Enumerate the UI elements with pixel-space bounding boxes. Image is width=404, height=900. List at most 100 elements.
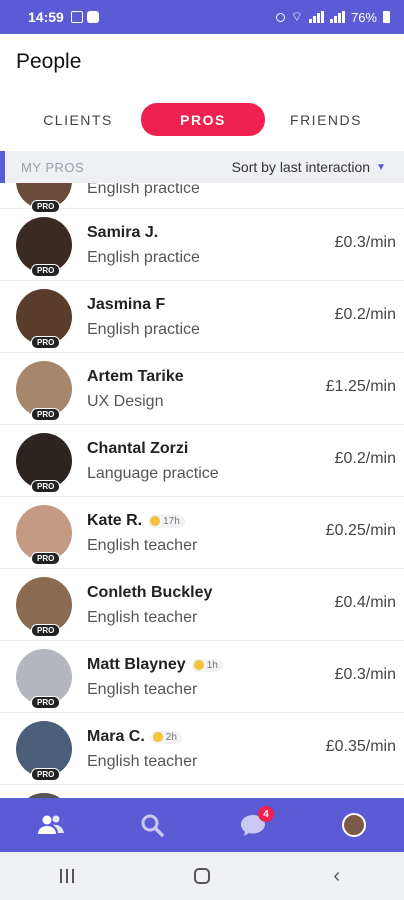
section-title: MY PROS	[21, 159, 85, 175]
pro-subtitle: English practice	[87, 321, 200, 338]
pro-badge: PRO	[31, 264, 61, 277]
pro-price: £0.2/min	[334, 450, 396, 467]
alarm-icon	[275, 12, 285, 22]
pro-badge: PRO	[31, 336, 61, 349]
system-nav-bar: ‹	[0, 852, 404, 900]
list-item-partial[interactable]: PRO English practice	[0, 183, 404, 213]
avatar: PRO	[16, 649, 72, 709]
nav-messages[interactable]: 4	[202, 798, 303, 852]
avatar: PRO	[16, 577, 72, 637]
recents-button[interactable]	[0, 852, 135, 900]
pro-badge: PRO	[31, 624, 61, 637]
signal-icon	[308, 11, 324, 23]
list-item-partial-bottom[interactable]	[0, 785, 404, 798]
chevron-down-icon: ▼	[376, 161, 386, 173]
app-notification-icon	[86, 11, 99, 23]
avatar: PRO	[16, 183, 72, 213]
back-icon: ‹	[333, 864, 341, 887]
list-item[interactable]: PRO Mara C. 2h English teacher £0.35/min	[0, 713, 404, 785]
last-online-time: 1h	[206, 659, 218, 671]
avatar: PRO	[16, 721, 72, 781]
pro-name: Chantal Zorzi	[87, 440, 189, 457]
nav-people[interactable]	[0, 798, 101, 852]
pro-name: Artem Tarike	[87, 368, 184, 385]
status-bar: 14:59 ⌔ 76%	[0, 0, 404, 34]
sort-label: Sort by last interaction	[231, 159, 371, 175]
status-notification-icons	[70, 11, 99, 23]
sort-dropdown[interactable]: Sort by last interaction ▼	[232, 159, 386, 175]
back-button[interactable]: ‹	[269, 852, 404, 900]
name-line: Matt Blayney 1h	[87, 656, 223, 674]
pro-badge: PRO	[31, 408, 61, 421]
pro-name: Matt Blayney	[87, 656, 186, 673]
pro-subtitle: UX Design	[87, 393, 164, 410]
pro-price: £0.35/min	[325, 738, 396, 755]
list-item[interactable]: PRO Artem Tarike UX Design £1.25/min	[0, 353, 404, 425]
name-line: Mara C. 2h	[87, 728, 182, 746]
battery-icon	[383, 11, 390, 23]
battery-percent: 76%	[350, 9, 377, 25]
profile-avatar	[341, 813, 366, 837]
pro-name: Kate R.	[87, 512, 143, 529]
pro-subtitle: English teacher	[87, 681, 198, 698]
list-item[interactable]: PRO Conleth Buckley English teacher £0.4…	[0, 569, 404, 641]
list-item[interactable]: PRO Chantal Zorzi Language practice £0.2…	[0, 425, 404, 497]
nav-search[interactable]	[101, 798, 202, 852]
pros-list: PRO English practice PRO Samira J. Engli…	[0, 183, 404, 798]
avatar: PRO	[16, 361, 72, 421]
pro-name: Mara C.	[87, 728, 145, 745]
tab-friends[interactable]: FRIENDS	[266, 103, 386, 136]
pro-name: Jasmina F	[87, 296, 166, 313]
messages-count-badge: 4	[258, 806, 274, 822]
last-online-badge: 2h	[150, 730, 182, 744]
last-online-badge: 17h	[148, 514, 185, 528]
pro-badge: PRO	[31, 552, 61, 565]
pro-badge: PRO	[31, 768, 61, 781]
list-item[interactable]: PRO Kate R. 17h English teacher £0.25/mi…	[0, 497, 404, 569]
pro-badge: PRO	[31, 696, 61, 709]
tab-pros[interactable]: PROS	[141, 103, 265, 136]
status-time: 14:59	[28, 9, 64, 25]
pro-badge: PRO	[31, 480, 61, 493]
pro-subtitle: English teacher	[87, 537, 198, 554]
search-icon	[140, 813, 164, 837]
pro-price: £0.3/min	[334, 666, 396, 683]
name-line: Jasmina F	[87, 296, 165, 314]
coin-icon	[193, 660, 204, 670]
tab-clients[interactable]: CLIENTS	[18, 103, 138, 136]
page-title: People	[16, 50, 82, 73]
avatar: PRO	[16, 505, 72, 565]
pro-price: £0.2/min	[334, 306, 396, 323]
wifi-icon: ⌔	[290, 9, 303, 24]
pro-subtitle: English teacher	[87, 753, 198, 770]
bottom-nav: 4	[0, 798, 404, 852]
nav-profile[interactable]	[303, 798, 404, 852]
pro-price: £0.25/min	[325, 522, 396, 539]
pro-price: £0.4/min	[334, 594, 396, 611]
list-item[interactable]: PRO Matt Blayney 1h English teacher £0.3…	[0, 641, 404, 713]
home-button[interactable]	[135, 852, 270, 900]
avatar: PRO	[16, 289, 72, 349]
pro-subtitle: English teacher	[87, 609, 198, 626]
home-icon	[194, 868, 210, 884]
list-item[interactable]: PRO Samira J. English practice £0.3/min	[0, 209, 404, 281]
pro-name: Conleth Buckley	[87, 584, 213, 601]
avatar: PRO	[16, 217, 72, 277]
coin-icon	[150, 516, 161, 526]
name-line: Samira J.	[87, 224, 158, 242]
coin-icon	[152, 732, 163, 742]
pro-price: £1.25/min	[325, 378, 396, 395]
last-online-time: 17h	[163, 515, 180, 527]
gallery-icon	[70, 11, 83, 23]
name-line: Kate R. 17h	[87, 512, 185, 530]
last-online-badge: 1h	[191, 658, 223, 672]
name-line: Conleth Buckley	[87, 584, 212, 602]
name-line: Chantal Zorzi	[87, 440, 188, 458]
avatar: PRO	[16, 433, 72, 493]
signal-icon-2	[329, 11, 345, 23]
people-tabs: CLIENTS PROS FRIENDS	[0, 103, 404, 137]
pro-name: Samira J.	[87, 224, 159, 241]
pro-price: £0.3/min	[334, 234, 396, 251]
list-item[interactable]: PRO Jasmina F English practice £0.2/min	[0, 281, 404, 353]
pro-subtitle: English practice	[87, 249, 200, 266]
